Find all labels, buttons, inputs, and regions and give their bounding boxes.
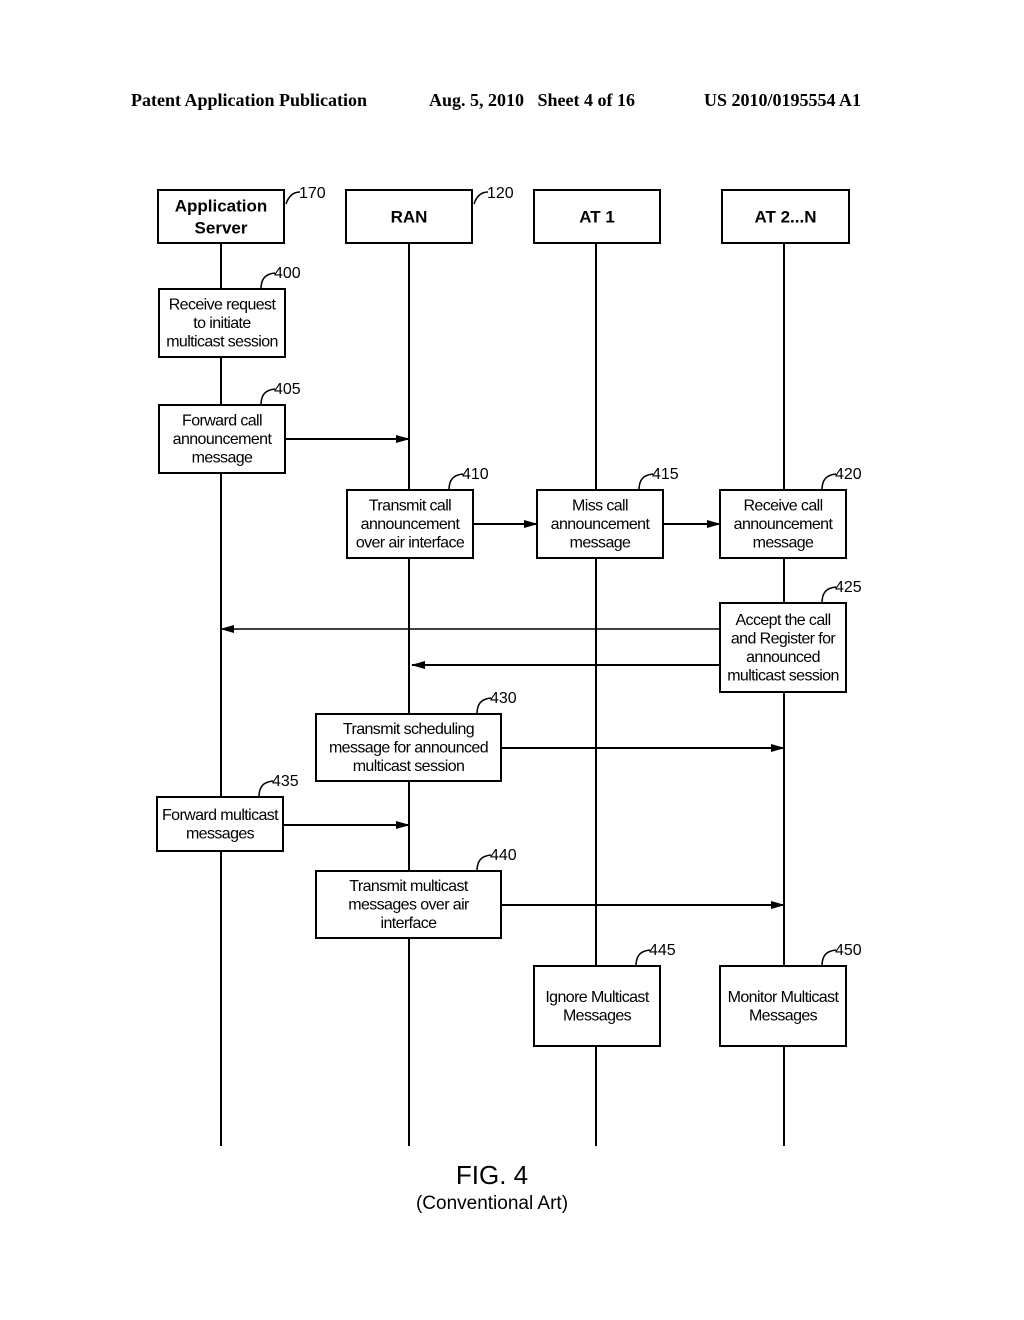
- box-text-line: Forward call: [182, 413, 262, 430]
- step-445: Ignore MulticastMessages 445: [533, 942, 676, 1047]
- reference-number: 450: [835, 942, 862, 959]
- box-text-line: Receive request: [169, 297, 277, 314]
- box-text-line: Transmit call: [369, 498, 451, 515]
- box-text-line: announcement: [361, 516, 461, 533]
- step-450: Monitor MulticastMessages 450: [719, 942, 862, 1047]
- step-400: Receive requestto initiate multicast sess…: [158, 265, 301, 358]
- leader-line: [285, 191, 301, 205]
- box-text-line: announcement: [734, 516, 834, 533]
- reference-number: 435: [272, 773, 299, 790]
- box-text-line: multicast session: [166, 334, 278, 351]
- box-text-line: message: [570, 535, 631, 552]
- box-text-line: messages: [186, 825, 255, 842]
- step-410: Transmit callannouncement over air interf…: [346, 466, 489, 559]
- step-reference: 400: [260, 265, 301, 290]
- step-reference: 405: [260, 381, 301, 406]
- reference-number: 410: [462, 466, 489, 483]
- step-435: Forward multicastmessages 435: [156, 773, 299, 852]
- box-text-line: Forward multicast: [162, 807, 279, 824]
- leader-line: [476, 697, 492, 715]
- actor-at2n: AT 2...N: [721, 189, 850, 244]
- actor-app-server: Application Server 170: [157, 185, 326, 244]
- step-reference: 425: [821, 579, 862, 604]
- box-text-line: and Register for: [731, 630, 837, 647]
- reference-number: 425: [835, 579, 862, 596]
- step-440: Transmit multicast messages over airinter…: [315, 847, 517, 939]
- box-text-line: multicast session: [353, 758, 465, 775]
- box-text-line: Transmit multicast: [349, 878, 469, 895]
- box-text-line: Receive call: [743, 498, 822, 515]
- step-415: Miss callannouncement message 415: [536, 466, 679, 559]
- leader-line: [821, 473, 837, 491]
- leader-line: [821, 949, 837, 967]
- leader-line: [635, 949, 651, 967]
- leader-line: [260, 388, 276, 406]
- step-420: Receive callannouncement message 420: [719, 466, 862, 559]
- box-text-line: multicast session: [727, 667, 839, 684]
- actor-at1: AT 1: [533, 189, 661, 244]
- sequence-diagram: Application Server 170 RAN 120 AT 1 AT 2...N Re…: [156, 185, 862, 1146]
- box-text-line: Application: [175, 197, 268, 216]
- box-text-line: AT 1: [579, 208, 615, 227]
- box-text-line: Accept the call: [735, 612, 830, 629]
- leader-line: [260, 272, 276, 290]
- box-text-line: Ignore Multicast: [545, 989, 649, 1006]
- reference-number: 430: [490, 690, 517, 707]
- actor-ran: RAN 120: [345, 185, 514, 244]
- leader-line: [258, 780, 274, 798]
- box-text-line: Messages: [563, 1007, 632, 1024]
- step-reference: 415: [638, 466, 679, 491]
- reference-number: 420: [835, 466, 862, 483]
- reference-number: 415: [652, 466, 679, 483]
- box-text-line: announced: [746, 649, 820, 666]
- reference-number: 400: [274, 265, 301, 282]
- reference-number: 405: [274, 381, 301, 398]
- figure-title: FIG. 4: [455, 1160, 529, 1190]
- leader-line: [448, 473, 464, 491]
- box-text-line: message: [753, 535, 814, 552]
- leader-line: [638, 473, 654, 491]
- box-text-line: over air interface: [356, 535, 465, 552]
- step-reference: 435: [258, 773, 299, 798]
- leader-line: [821, 586, 837, 604]
- box-text-line: Transmit scheduling: [343, 721, 474, 738]
- step-box: [719, 965, 847, 1047]
- box-text-line: message: [192, 450, 253, 467]
- box-text-line: announcement: [551, 516, 651, 533]
- step-430: Transmit scheduling message for announced…: [315, 690, 517, 782]
- step-reference: 440: [476, 847, 517, 872]
- box-text-line: AT 2...N: [754, 208, 816, 227]
- step-box: [533, 965, 661, 1047]
- step-425: Accept the calland Register for announced…: [719, 579, 862, 693]
- step-reference: 445: [635, 942, 676, 967]
- box-text-line: message for announced: [329, 740, 488, 757]
- box-text-line: Miss call: [572, 498, 628, 515]
- step-reference: 450: [821, 942, 862, 967]
- box-text-line: interface: [381, 915, 438, 932]
- box-text-line: Monitor Multicast: [728, 989, 840, 1006]
- step-box: [156, 796, 284, 852]
- actor-reference: 120: [473, 185, 514, 205]
- box-text-line: RAN: [391, 208, 428, 227]
- figure-subtitle: (Conventional Art): [415, 1193, 569, 1214]
- reference-number: 120: [487, 185, 514, 202]
- step-405: Forward callannouncement message 405: [158, 381, 301, 474]
- step-reference: 410: [448, 466, 489, 491]
- box-text-line: messages over air: [348, 897, 470, 914]
- box-text-line: to initiate: [193, 315, 251, 332]
- leader-line: [473, 191, 489, 205]
- box-text-line: announcement: [173, 431, 273, 448]
- reference-number: 440: [490, 847, 517, 864]
- reference-number: 445: [649, 942, 676, 959]
- box-text-line: Server: [195, 219, 248, 238]
- leader-line: [476, 854, 492, 872]
- step-reference: 420: [821, 466, 862, 491]
- step-reference: 430: [476, 690, 517, 715]
- actor-reference: 170: [285, 185, 326, 205]
- reference-number: 170: [299, 185, 326, 202]
- box-text-line: Messages: [749, 1007, 818, 1024]
